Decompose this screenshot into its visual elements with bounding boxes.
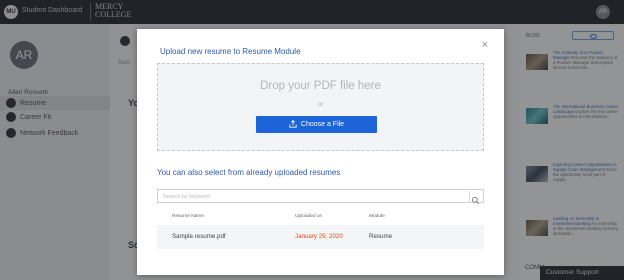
column-header-module: Module bbox=[369, 214, 385, 219]
column-header-resume-name: Resume Name bbox=[172, 214, 204, 219]
search-input[interactable] bbox=[163, 192, 443, 202]
resume-name-cell: Sample.resume.pdf bbox=[172, 233, 226, 240]
module-cell: Resume bbox=[369, 233, 393, 240]
dropzone-or: or bbox=[317, 101, 324, 108]
upload-resume-modal: Upload new resume to Resume Module × Dro… bbox=[137, 29, 504, 275]
search-divider bbox=[469, 191, 470, 202]
dropzone-text: Drop your PDF file here bbox=[260, 80, 381, 92]
table-row[interactable]: Sample.resume.pdf January 29, 2020 Resum… bbox=[157, 225, 484, 249]
close-icon[interactable]: × bbox=[482, 39, 488, 51]
modal-title: Upload new resume to Resume Module bbox=[160, 47, 301, 56]
column-header-uploaded-on: Uploaded on bbox=[295, 214, 323, 219]
resume-search bbox=[157, 189, 484, 205]
existing-resumes-title: You can also select from already uploade… bbox=[157, 168, 341, 177]
pdf-dropzone[interactable]: Drop your PDF file here or Choose a File bbox=[157, 63, 484, 151]
choose-file-button[interactable]: Choose a File bbox=[256, 116, 377, 133]
search-icon[interactable] bbox=[471, 192, 480, 205]
upload-icon bbox=[289, 119, 297, 130]
uploaded-date-cell: January 29, 2020 bbox=[295, 233, 343, 240]
choose-file-label: Choose a File bbox=[300, 121, 345, 128]
